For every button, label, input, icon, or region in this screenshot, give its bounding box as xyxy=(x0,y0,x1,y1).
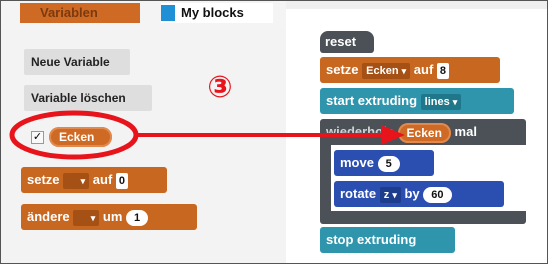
chevron-down-icon: ▾ xyxy=(80,175,86,186)
delete-variable-button[interactable]: Variable löschen xyxy=(24,85,152,111)
rotate-label: rotate xyxy=(340,186,377,201)
extrude-mode-dropdown[interactable]: lines ▾ xyxy=(420,93,462,110)
stop-extruding-block[interactable]: stop extruding xyxy=(320,227,455,253)
set-variable-dropdown[interactable]: ▾ xyxy=(63,172,90,189)
category-color-swatch xyxy=(161,5,175,21)
move-value-input[interactable]: 5 xyxy=(377,155,400,172)
change-variable-dropdown[interactable]: ▾ xyxy=(73,209,100,226)
set-variable-dropdown[interactable]: Ecken ▾ xyxy=(362,62,411,79)
rotate-block[interactable]: rotate z ▾ by 60 xyxy=(334,181,504,207)
set-auf-label: auf xyxy=(413,62,434,77)
category-my-blocks-label: My blocks xyxy=(181,5,244,20)
palette-set-variable-block[interactable]: setze ▾ auf 0 xyxy=(21,167,167,193)
repeat-suffix-label: mal xyxy=(454,124,477,139)
rotate-value-input[interactable]: 60 xyxy=(423,186,452,203)
chevron-down-icon: ▾ xyxy=(392,189,397,200)
new-variable-button[interactable]: Neue Variable xyxy=(24,49,130,75)
chevron-down-icon: ▾ xyxy=(401,65,407,76)
category-my-blocks[interactable]: My blocks xyxy=(161,3,273,23)
set-keyword: setze xyxy=(326,62,359,77)
variable-visibility-checkbox[interactable]: ✓ xyxy=(31,131,44,144)
repeat-loop-header: wiederhole Ecken mal xyxy=(320,119,477,145)
start-extruding-block[interactable]: start extruding lines ▾ xyxy=(320,88,514,114)
set-value-input[interactable]: 8 xyxy=(436,62,450,79)
start-extruding-label: start extruding xyxy=(326,93,418,108)
category-variablen[interactable]: Variablen xyxy=(20,3,140,23)
change-um-label: um xyxy=(102,209,123,224)
rotate-by-label: by xyxy=(404,186,420,201)
set-keyword: setze xyxy=(27,172,60,187)
move-label: move xyxy=(340,155,374,170)
variable-reporter-ecken[interactable]: Ecken xyxy=(49,127,112,147)
palette-change-variable-block[interactable]: ändere ▾ um 1 xyxy=(21,204,197,230)
set-variable-name: Ecken xyxy=(366,64,399,77)
reset-hat-block[interactable]: reset xyxy=(320,31,374,53)
screenshot-frame: Variablen My blocks Neue Variable Variab… xyxy=(0,0,548,264)
set-variable-block[interactable]: setze Ecken ▾ auf 8 xyxy=(320,57,500,83)
chevron-down-icon: ▾ xyxy=(90,212,96,223)
repeat-loop-footer xyxy=(331,211,526,224)
step-number-icon: ③ xyxy=(203,71,237,105)
set-value-input[interactable]: 0 xyxy=(115,172,129,189)
set-auf-label: auf xyxy=(92,172,113,187)
chevron-down-icon: ▾ xyxy=(452,96,458,107)
repeat-prefix-label: wiederhole xyxy=(326,124,394,139)
move-block[interactable]: move 5 xyxy=(334,150,434,176)
extrude-mode-value: lines xyxy=(424,95,450,108)
rotate-axis-value: z xyxy=(383,188,390,201)
change-value-input[interactable]: 1 xyxy=(126,209,149,226)
repeat-count-reporter[interactable]: Ecken xyxy=(397,122,451,143)
step-number-label: ③ xyxy=(207,70,233,105)
change-keyword: ändere xyxy=(27,209,70,224)
workspace-top-strip xyxy=(286,1,547,9)
rotate-axis-dropdown[interactable]: z ▾ xyxy=(379,186,401,203)
